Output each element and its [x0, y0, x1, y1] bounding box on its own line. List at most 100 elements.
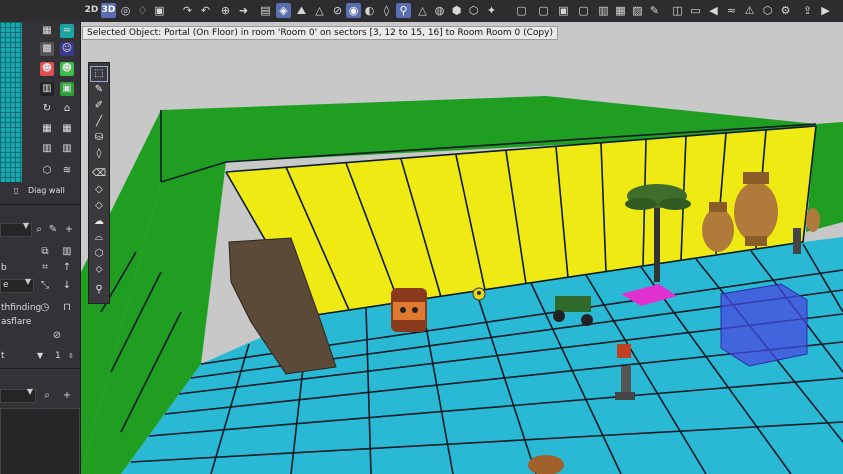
group-icon[interactable]: ▣	[556, 3, 571, 18]
minimap-grid[interactable]	[0, 22, 22, 182]
grid-c-icon[interactable]: ▥	[40, 142, 54, 156]
ungroup-icon[interactable]: ▢	[576, 3, 591, 18]
rotate-icon[interactable]: ↻	[40, 102, 54, 116]
eye-hidden-icon[interactable]: ⊘	[50, 328, 64, 344]
selection-tool-icon[interactable]: ⬚	[90, 66, 108, 82]
play-icon[interactable]: ▶	[818, 3, 833, 18]
diag-wall-toggle[interactable]: ▯ Diag wall	[14, 186, 78, 200]
box-green-icon[interactable]: ▣	[60, 82, 74, 96]
geometry-tool-icon[interactable]: ⬡	[91, 247, 107, 261]
waypoint-marker[interactable]	[472, 287, 486, 301]
up-icon[interactable]: ↑	[60, 260, 74, 276]
person-icon[interactable]: ☺	[60, 42, 74, 56]
mode-3d-button[interactable]: 3D	[101, 3, 116, 18]
list-item[interactable]: t	[1, 348, 5, 364]
line-tool-icon[interactable]: ╱	[91, 115, 107, 129]
search-icon[interactable]: ⌕	[40, 388, 54, 404]
trash-icon[interactable]: ▥	[40, 82, 54, 96]
fx-icon[interactable]: ⬢	[449, 3, 464, 18]
light-icon[interactable]: ♢	[135, 3, 150, 18]
picture-icon[interactable]: ▨	[630, 3, 645, 18]
object-filter-dropdown[interactable]: ▼	[0, 221, 32, 237]
spinner-value[interactable]: 1	[55, 348, 61, 364]
effects-icon[interactable]: ✦	[484, 3, 499, 18]
export-icon[interactable]: ⇪	[800, 3, 815, 18]
cursor-icon[interactable]: ✎	[647, 3, 662, 18]
wave-icon[interactable]: ≋	[60, 164, 74, 178]
wall-icon[interactable]: ▦	[40, 24, 54, 38]
pedestal[interactable]	[793, 228, 801, 254]
texture-icon[interactable]: ◈	[276, 3, 291, 18]
undo-icon[interactable]: ↶	[198, 3, 213, 18]
type-dropdown[interactable]: e ▼	[0, 277, 34, 293]
link-icon[interactable]: ⌗	[38, 260, 52, 276]
add-icon[interactable]: +	[60, 388, 74, 404]
delete-icon[interactable]: ▥	[60, 244, 74, 260]
redo-icon[interactable]: ↷	[180, 3, 195, 18]
video-icon[interactable]: ▭	[688, 3, 703, 18]
target-icon[interactable]: ⊘	[330, 3, 345, 18]
water-icon[interactable]: ≈	[60, 24, 74, 38]
paint-tool-icon[interactable]: ◇	[91, 183, 107, 197]
palette-icon[interactable]: ◍	[432, 3, 447, 18]
list-filter-dropdown[interactable]: ▼	[0, 387, 36, 403]
shape-tool-icon[interactable]: ◇	[91, 199, 107, 213]
paste-icon[interactable]: ▢	[536, 3, 551, 18]
drop-tool-icon[interactable]: ◊	[91, 147, 107, 161]
texture-sample-icon[interactable]: ▩	[40, 42, 54, 56]
edit-icon[interactable]: ✎	[46, 222, 60, 238]
3d-viewport[interactable]	[81, 22, 843, 474]
bucket-tool-icon[interactable]: ⛁	[91, 131, 107, 145]
box-icon[interactable]: ⬡	[760, 3, 775, 18]
cube-icon[interactable]: ⬡	[466, 3, 481, 18]
wind-icon[interactable]: ≈	[724, 3, 739, 18]
resize-icon[interactable]: ⤡	[38, 278, 52, 294]
list-item[interactable]: b	[1, 260, 7, 276]
cut-tool-icon[interactable]: ⌓	[91, 231, 107, 245]
add-icon[interactable]: +	[62, 222, 76, 238]
cloud-tool-icon[interactable]: ☁	[91, 215, 107, 229]
face-green-icon[interactable]: ☻	[60, 62, 74, 76]
half-circle-icon[interactable]: ◐	[362, 3, 377, 18]
mountain-icon[interactable]: ⛰	[294, 3, 309, 18]
circle-fill-icon[interactable]: ◉	[346, 3, 361, 18]
barrel-face[interactable]	[391, 288, 427, 332]
drop-icon[interactable]: ◊	[379, 3, 394, 18]
building-icon[interactable]: ⌂	[60, 102, 74, 116]
object-list[interactable]	[0, 408, 80, 474]
crosshair-icon[interactable]: ⊕	[218, 3, 233, 18]
face-red-icon[interactable]: ☻	[40, 62, 54, 76]
eraser-tool-icon[interactable]: ⌫	[91, 167, 107, 181]
grid-b-icon[interactable]: ▦	[60, 122, 74, 136]
scene-render[interactable]	[81, 22, 843, 474]
pencil-tool-icon[interactable]: ✐	[91, 99, 107, 113]
room-icon[interactable]: ▥	[596, 3, 611, 18]
cube-small-icon[interactable]: ⬡	[40, 164, 54, 178]
geometry-icon[interactable]: △	[312, 3, 327, 18]
camera-view-icon[interactable]: ◫	[670, 3, 685, 18]
sound-icon[interactable]: ◀	[706, 3, 721, 18]
mode-2d-button[interactable]: 2D	[84, 3, 99, 18]
room-list-icon[interactable]: ▦	[613, 3, 628, 18]
diamond-tool-icon[interactable]: ⬦	[91, 263, 107, 277]
triangle-icon[interactable]: △	[415, 3, 430, 18]
lamp-icon[interactable]: ⚲	[396, 3, 411, 18]
arrow-icon[interactable]: ➜	[236, 3, 251, 18]
warning-icon[interactable]: ⚠	[742, 3, 757, 18]
brush-tool-icon[interactable]: ✎	[91, 83, 107, 97]
grid-d-icon[interactable]: ▥	[60, 142, 74, 156]
dropdown-arrow-icon[interactable]: ▼	[37, 348, 43, 364]
urn-distant[interactable]	[806, 208, 820, 232]
copy-row-icon[interactable]: ⧉	[38, 244, 52, 260]
spinner-arrows-icon[interactable]: ⇳	[68, 348, 74, 364]
search-icon[interactable]: ⌕	[32, 222, 46, 238]
lock-icon[interactable]: ▤	[258, 3, 273, 18]
settings-icon[interactable]: ⚙	[778, 3, 793, 18]
copy-icon[interactable]: ▢	[514, 3, 529, 18]
sphere-icon[interactable]: ◎	[118, 3, 133, 18]
down-icon[interactable]: ↓	[60, 278, 74, 294]
camera-icon[interactable]: ▣	[152, 3, 167, 18]
grid-a-icon[interactable]: ▦	[40, 122, 54, 136]
blue-cube[interactable]	[720, 283, 808, 367]
probe-tool-icon[interactable]: ⚲	[91, 283, 107, 297]
